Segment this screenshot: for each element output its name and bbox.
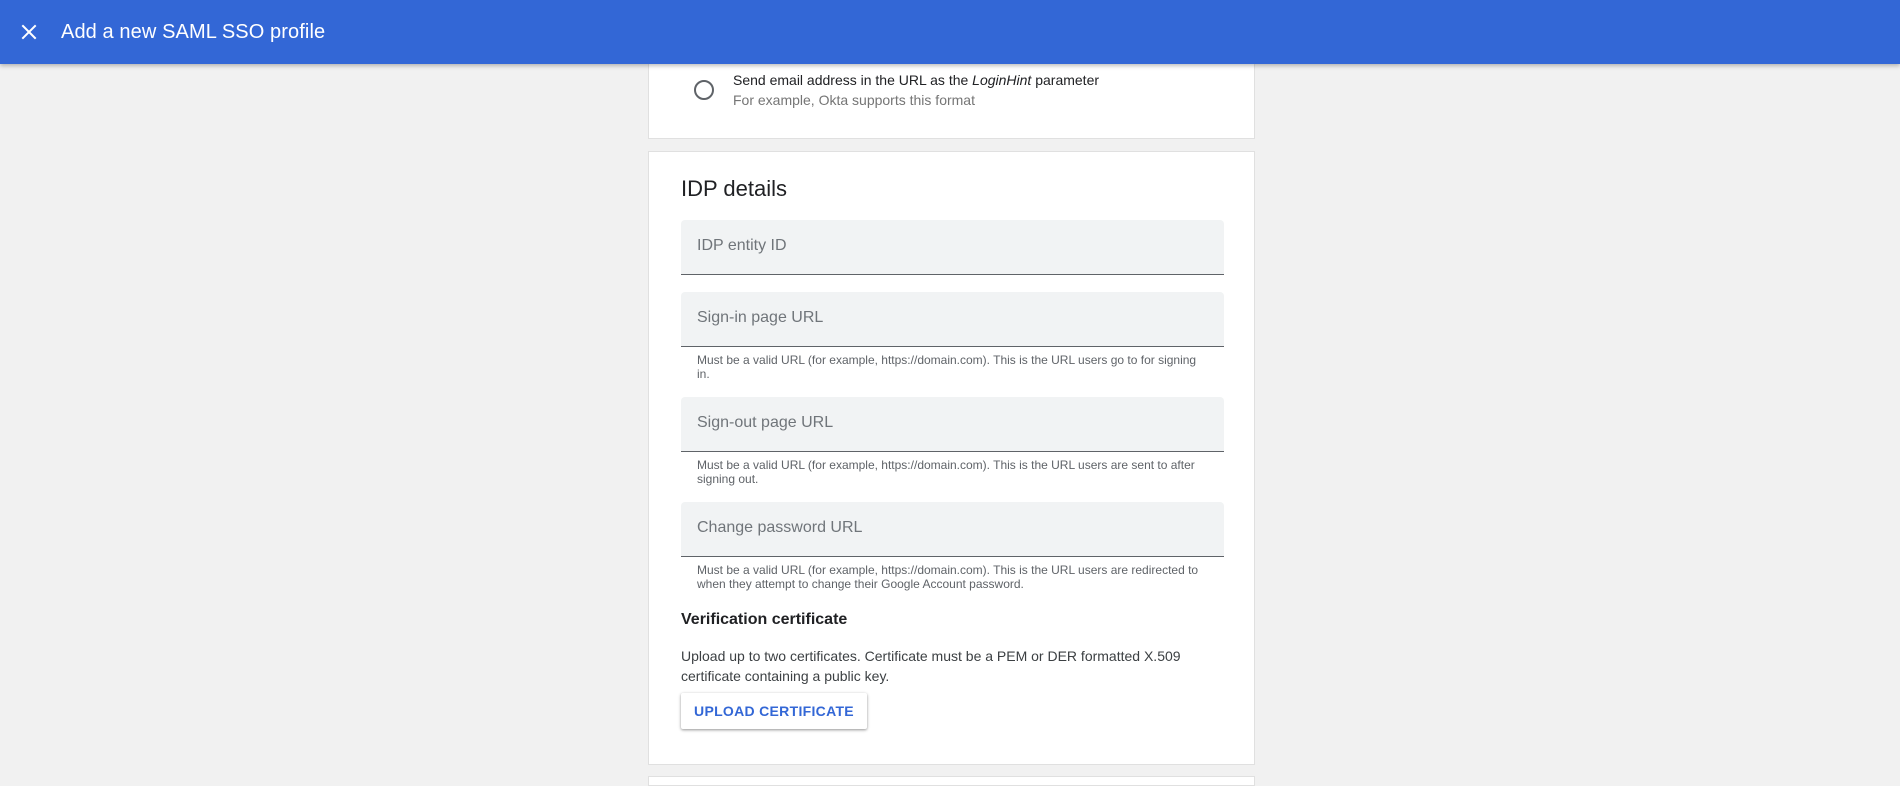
- sign-out-url-helper: Must be a valid URL (for example, https:…: [697, 458, 1195, 486]
- verification-certificate-heading: Verification certificate: [681, 611, 848, 628]
- sign-out-url-input[interactable]: [681, 397, 1228, 453]
- top-app-bar: Add a new SAML SSO profile: [0, 0, 1900, 64]
- radio-label-italic: LoginHint: [972, 72, 1032, 88]
- radio-label: Send email address in the URL as the Log…: [733, 70, 1099, 90]
- verification-certificate-description: Upload up to two certificates. Certifica…: [681, 648, 1181, 684]
- change-password-url-helper: Must be a valid URL (for example, https:…: [697, 563, 1199, 591]
- sign-in-url-input[interactable]: [681, 292, 1228, 348]
- page-title: Add a new SAML SSO profile: [61, 20, 326, 43]
- sign-out-url-field[interactable]: Sign-out page URL: [681, 397, 1228, 453]
- login-hint-card: Send email address in the URL as the Log…: [648, 52, 1255, 139]
- section-title: IDP details: [681, 176, 787, 201]
- sign-in-url-field[interactable]: Sign-in page URL: [681, 292, 1228, 348]
- next-card: [648, 776, 1255, 786]
- radio-text: Send email address in the URL as the Log…: [733, 70, 1099, 110]
- sign-in-url-helper: Must be a valid URL (for example, https:…: [697, 353, 1197, 381]
- login-hint-option[interactable]: Send email address in the URL as the Log…: [694, 70, 1099, 110]
- idp-entity-id-field[interactable]: IDP entity ID: [681, 220, 1228, 276]
- close-icon: [21, 24, 37, 40]
- change-password-url-field[interactable]: Change password URL: [681, 502, 1228, 558]
- upload-certificate-button[interactable]: UPLOAD CERTIFICATE: [681, 693, 867, 729]
- radio-label-suffix: parameter: [1031, 72, 1100, 88]
- change-password-url-input[interactable]: [681, 502, 1228, 558]
- idp-entity-id-input[interactable]: [681, 220, 1228, 276]
- radio-sublabel: For example, Okta supports this format: [733, 92, 975, 108]
- close-button[interactable]: [9, 12, 49, 52]
- idp-details-card: IDP details IDP entity ID Sign-in page U…: [648, 151, 1255, 765]
- login-hint-radio[interactable]: [694, 80, 714, 100]
- radio-label-prefix: Send email address in the URL as the: [733, 72, 973, 88]
